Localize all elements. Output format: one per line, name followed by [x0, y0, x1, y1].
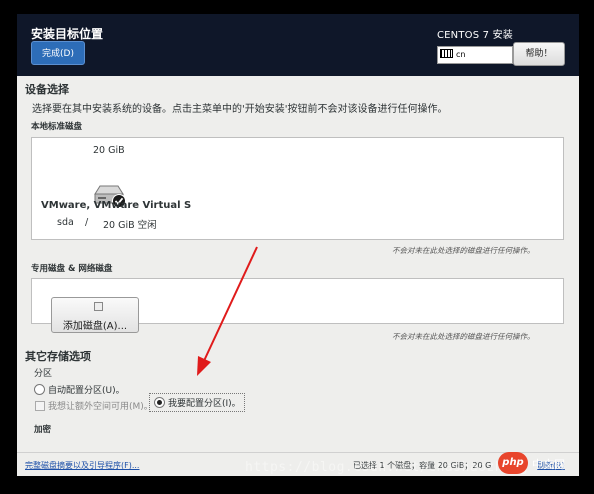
php-logo: php: [498, 452, 528, 474]
red-arrow-annotation: [197, 246, 258, 376]
logo-text: 中文网: [532, 458, 565, 471]
watermark-url: https://blog.csdn.net/Chashaozhang: [245, 460, 529, 475]
